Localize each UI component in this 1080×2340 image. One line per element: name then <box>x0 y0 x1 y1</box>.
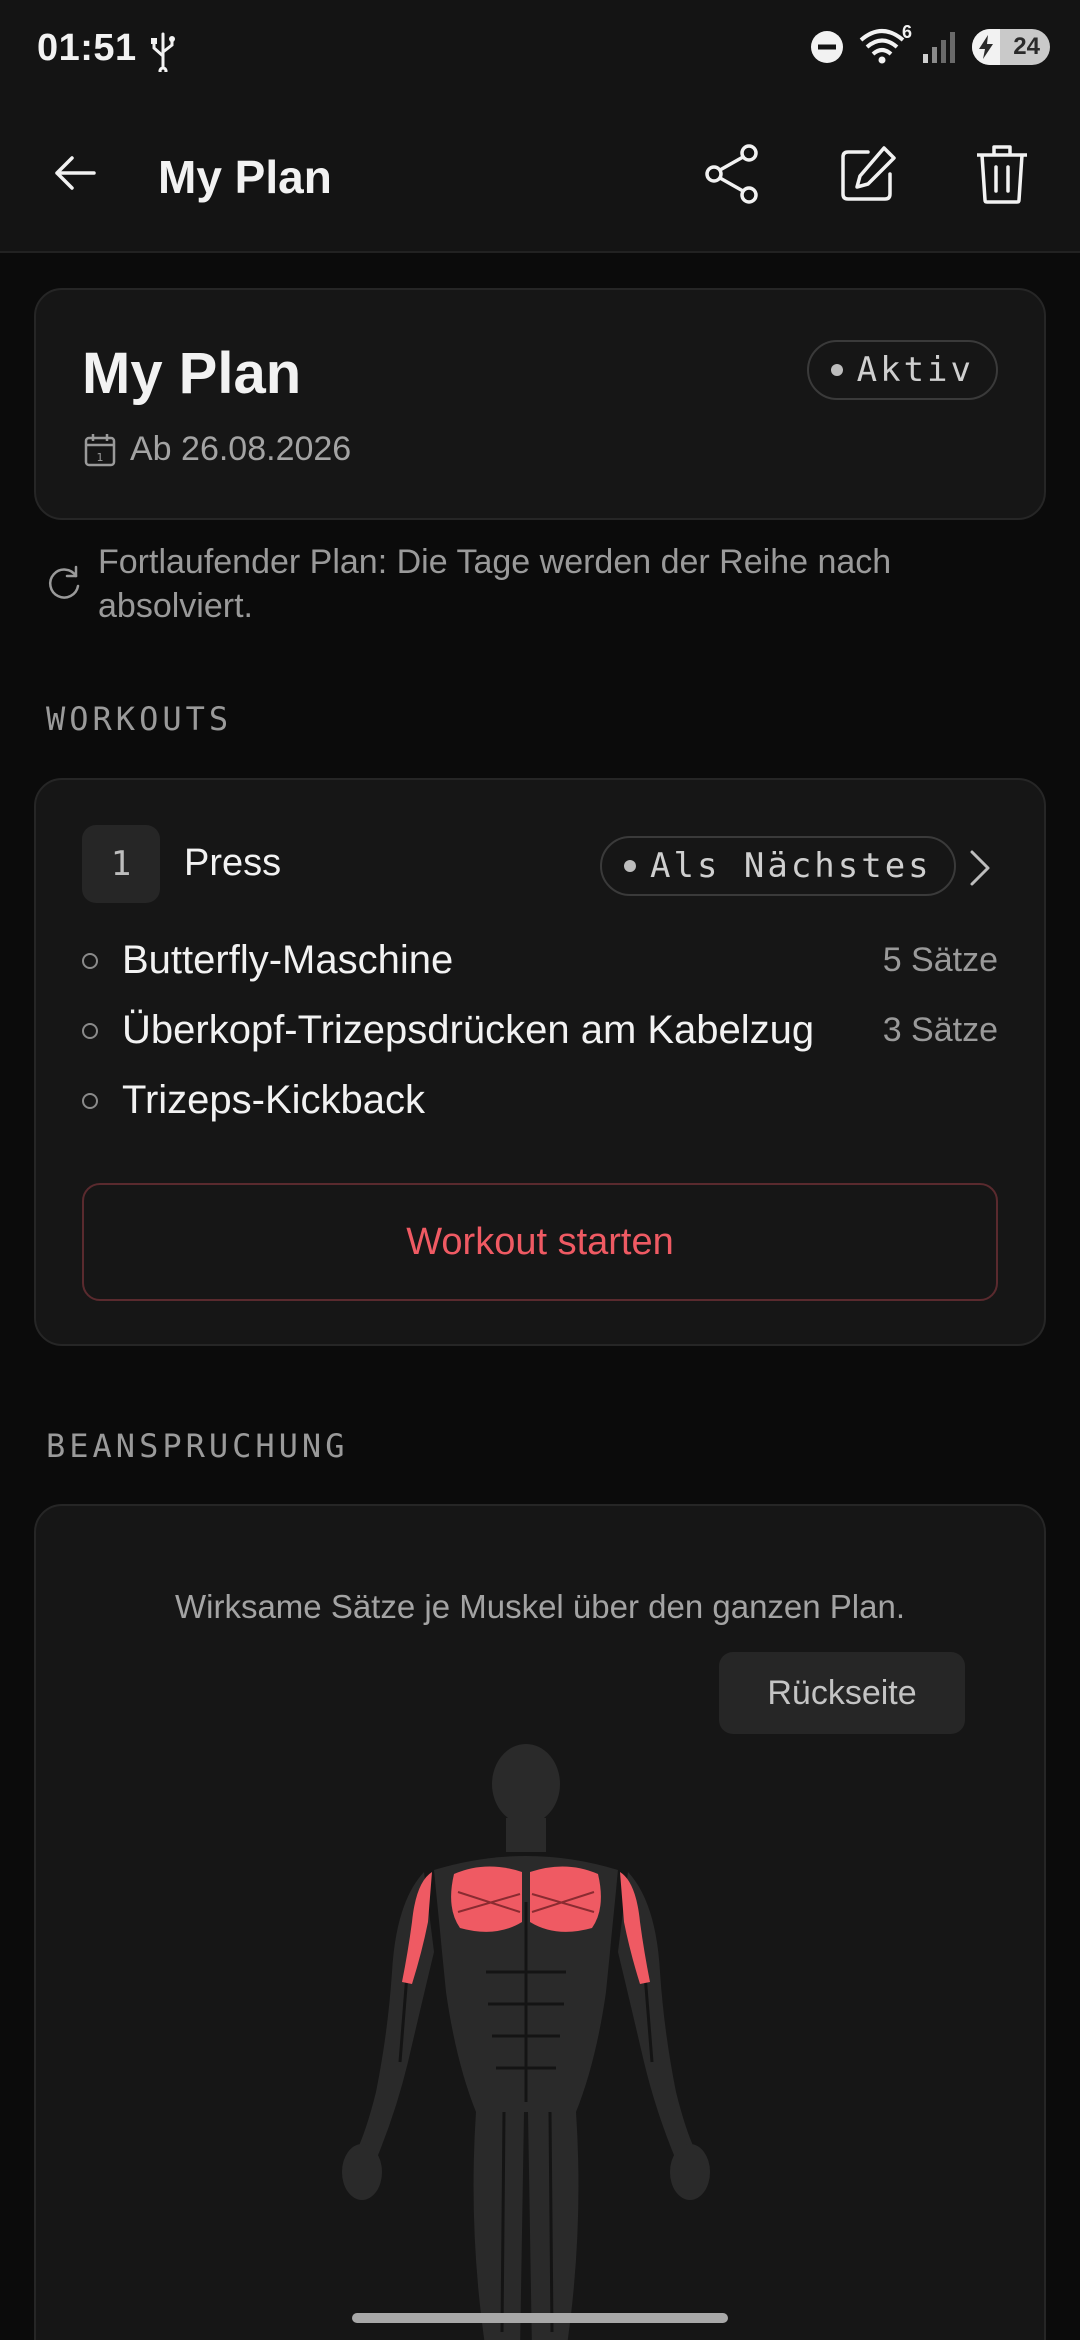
calendar-icon: 1 <box>84 433 116 466</box>
share-icon[interactable] <box>700 140 764 208</box>
charging-bolt-icon <box>979 35 993 59</box>
plan-start-date: 1 Ab 26.08.2026 <box>84 430 351 469</box>
exercise-name: Butterfly-Maschine <box>122 938 454 982</box>
bullet-icon <box>82 1022 98 1039</box>
chest-muscle-highlight <box>451 1866 522 1932</box>
start-workout-button[interactable]: Workout starten <box>82 1183 998 1301</box>
bullet-icon <box>82 1092 98 1109</box>
exercise-name: Trizeps-Kickback <box>122 1078 426 1122</box>
signal-icon <box>923 32 955 63</box>
plan-date-text: Ab 26.08.2026 <box>130 430 352 468</box>
chest-muscle-highlight <box>530 1866 601 1932</box>
exercise-name: Überkopf-Trizepsdrücken am Kabelzug <box>122 1008 815 1052</box>
status-badge-label: Aktiv <box>856 350 974 390</box>
workout-number: 1 <box>82 825 160 903</box>
app-bar: My Plan <box>0 100 1080 253</box>
exercise-sets: 5 Sätze <box>882 941 998 979</box>
usb-icon <box>150 32 176 77</box>
back-view-toggle-button[interactable]: Rückseite <box>719 1652 965 1734</box>
exercise-sets: 3 Sätze <box>882 1011 998 1049</box>
status-badge: Aktiv <box>806 340 998 400</box>
battery-indicator: 24 <box>972 29 1050 65</box>
workouts-section-label: WORKOUTS <box>46 700 233 738</box>
strain-description: Wirksame Sätze je Muskel über den ganzen… <box>174 1588 906 1625</box>
next-badge: Als Nächstes <box>600 836 956 896</box>
back-arrow-icon[interactable] <box>52 150 102 200</box>
repeat-icon <box>49 565 80 599</box>
exercise-row: Butterfly-Maschine 5 Sätze <box>82 938 998 983</box>
muscle-map-figure <box>342 1744 710 2340</box>
plan-header-card: My Plan Aktiv 1 Ab 26.08.2026 <box>34 288 1046 520</box>
exercise-row: Trizeps-Kickback <box>82 1078 998 1123</box>
chevron-right-icon[interactable] <box>968 848 992 893</box>
battery-level: 24 <box>1013 33 1040 60</box>
workout-name: Press <box>184 842 282 884</box>
network-type-badge: 6 <box>901 22 912 42</box>
next-badge-label: Als Nächstes <box>650 846 932 886</box>
home-indicator[interactable] <box>352 2313 728 2323</box>
status-bar: 01:51 6 24 <box>0 0 1080 100</box>
delete-icon[interactable] <box>970 140 1034 208</box>
svg-text:1: 1 <box>97 451 104 464</box>
plan-info: Fortlaufender Plan: Die Tage werden der … <box>46 540 1046 628</box>
workout-card[interactable]: 1 Press Als Nächstes Butterfly-Maschine … <box>34 778 1046 1346</box>
strain-section-label: BEANSPRUCHUNG <box>46 1427 349 1465</box>
plan-title: My Plan <box>82 341 302 406</box>
edit-icon[interactable] <box>836 140 900 208</box>
exercise-row: Überkopf-Trizepsdrücken am Kabelzug 3 Sä… <box>82 1008 998 1053</box>
bullet-icon <box>82 952 98 969</box>
app-bar-title: My Plan <box>158 151 332 203</box>
wifi-icon: 6 <box>858 22 912 66</box>
muscle-strain-card: Wirksame Sätze je Muskel über den ganzen… <box>34 1504 1046 2340</box>
status-time: 01:51 <box>37 27 137 69</box>
plan-info-text: Fortlaufender Plan: Die Tage werden der … <box>98 543 892 625</box>
dnd-icon <box>811 31 843 63</box>
